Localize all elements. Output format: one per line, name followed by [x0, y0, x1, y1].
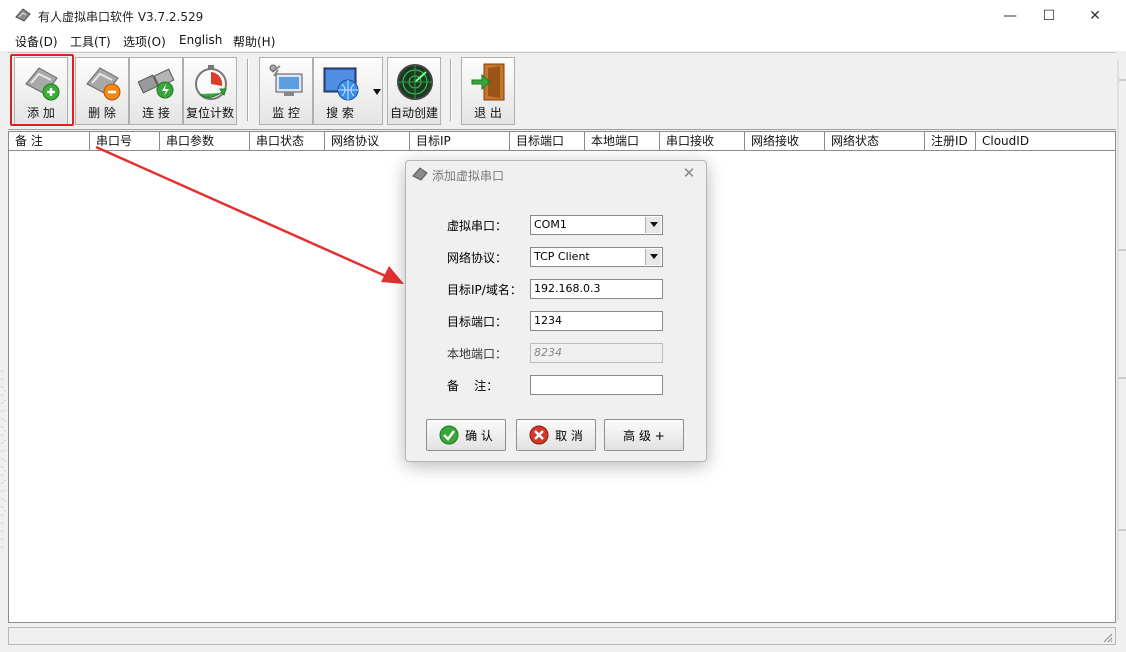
reset-count-button[interactable]: 复位计数	[183, 57, 237, 125]
target-ip-input[interactable]: 192.168.0.3	[530, 279, 663, 299]
target-port-input[interactable]: 1234	[530, 311, 663, 331]
window-title: 有人虚拟串口软件 V3.7.2.529	[38, 10, 204, 24]
column-port-params[interactable]: 串口参数	[160, 132, 250, 150]
monitor-label: 监 控	[272, 106, 300, 120]
check-icon	[439, 425, 459, 445]
local-port-label: 本地端口：	[447, 347, 508, 361]
column-target-port[interactable]: 目标端口	[510, 132, 585, 150]
ok-label: 确 认	[465, 428, 493, 443]
radar-icon	[397, 64, 433, 100]
menu-tools[interactable]: 工具(T)	[70, 33, 111, 50]
auto-create-label: 自动创建	[389, 106, 438, 120]
search-button[interactable]: 搜 索	[313, 57, 383, 125]
serial-port-remove-icon	[86, 67, 121, 101]
menu-help[interactable]: 帮助(H)	[233, 33, 275, 50]
exit-label: 退 出	[474, 106, 502, 120]
column-local-port[interactable]: 本地端口	[585, 132, 660, 150]
cancel-button[interactable]: 取 消	[516, 419, 596, 451]
column-port-rx[interactable]: 串口接收	[660, 132, 745, 150]
column-protocol[interactable]: 网络协议	[325, 132, 410, 150]
column-target-ip[interactable]: 目标IP	[410, 132, 510, 150]
remark-input[interactable]	[530, 375, 663, 395]
protocol-label: 网络协议：	[447, 251, 508, 265]
add-virtual-port-dialog: 添加虚拟串口 ✕ 虚拟串口： COM1 网络协议： TCP Client 目标I…	[405, 160, 707, 462]
menu-bar: 设备(D) 工具(T) 选项(O) English 帮助(H)	[0, 31, 1126, 51]
reset-count-label: 复位计数	[185, 106, 234, 120]
column-net-rx[interactable]: 网络接收	[745, 132, 825, 150]
menu-options[interactable]: 选项(O)	[123, 33, 166, 50]
table-header: 备 注 串口号 串口参数 串口状态 网络协议 目标IP 目标端口 本地端口 串口…	[9, 132, 1115, 151]
plug-connect-icon	[138, 68, 175, 99]
protocol-select[interactable]: TCP Client	[530, 247, 663, 267]
toolbar-separator	[450, 59, 452, 121]
add-button-highlight	[10, 54, 74, 126]
virtual-port-label: 虚拟串口：	[447, 219, 508, 233]
serial-port-icon	[15, 8, 31, 22]
advanced-label: 高 级 +	[623, 428, 665, 443]
cancel-label: 取 消	[555, 428, 583, 443]
connect-label: 连 接	[142, 106, 170, 120]
stopwatch-icon	[195, 65, 227, 100]
toolbar-separator	[247, 59, 249, 121]
chevron-down-icon[interactable]	[645, 217, 661, 233]
column-register-id[interactable]: 注册ID	[925, 132, 976, 150]
menu-device[interactable]: 设备(D)	[15, 33, 58, 50]
connect-button[interactable]: 连 接	[129, 57, 183, 125]
column-remark[interactable]: 备 注	[9, 132, 90, 150]
status-bar	[8, 627, 1116, 645]
menu-english[interactable]: English	[179, 33, 222, 47]
resize-grip-icon[interactable]	[1101, 631, 1113, 643]
column-port-status[interactable]: 串口状态	[250, 132, 325, 150]
protocol-value: TCP Client	[534, 250, 590, 263]
column-net-status[interactable]: 网络状态	[825, 132, 925, 150]
auto-create-button[interactable]: 自动创建	[387, 57, 441, 125]
delete-label: 删 除	[88, 106, 116, 120]
globe-search-icon	[323, 67, 359, 101]
dialog-close-button[interactable]: ✕	[680, 164, 698, 182]
background-window-edge	[1, 370, 6, 550]
target-port-label: 目标端口：	[447, 315, 508, 329]
virtual-port-value: COM1	[534, 218, 567, 231]
advanced-button[interactable]: 高 级 +	[604, 419, 684, 451]
column-port[interactable]: 串口号	[90, 132, 160, 150]
target-ip-label: 目标IP/域名：	[447, 283, 522, 297]
search-label: 搜 索	[326, 106, 354, 120]
local-port-input: 8234	[530, 343, 663, 363]
serial-port-icon	[412, 167, 428, 181]
dialog-title-bar: 添加虚拟串口 ✕	[406, 161, 706, 187]
cancel-icon	[529, 425, 549, 445]
monitor-button[interactable]: 监 控	[259, 57, 313, 125]
dialog-title: 添加虚拟串口	[432, 169, 505, 183]
delete-button[interactable]: 删 除	[75, 57, 129, 125]
virtual-port-select[interactable]: COM1	[530, 215, 663, 235]
title-bar: 有人虚拟串口软件 V3.7.2.529 — ☐ ✕	[0, 0, 1126, 31]
monitor-icon	[269, 64, 303, 96]
chevron-down-icon[interactable]	[372, 88, 382, 96]
exit-button[interactable]: 退 出	[461, 57, 515, 125]
exit-door-icon	[471, 63, 505, 101]
chevron-down-icon[interactable]	[645, 249, 661, 265]
toolbar: 添 加 删 除 连 接 复位计数 监 控 搜 索 自动创建 退 出	[8, 52, 1116, 130]
close-button[interactable]: ✕	[1072, 0, 1118, 31]
background-window-edge	[1117, 60, 1126, 620]
ok-button[interactable]: 确 认	[426, 419, 506, 451]
remark-label: 备 注：	[447, 379, 499, 393]
column-cloud-id[interactable]: CloudID	[976, 132, 1115, 150]
maximize-button[interactable]: ☐	[1026, 0, 1072, 31]
